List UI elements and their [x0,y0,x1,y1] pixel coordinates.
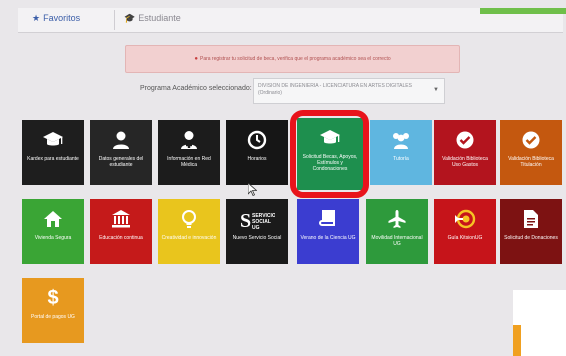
tile-horarios[interactable]: Horarios [226,120,288,185]
lightbulb-icon [158,209,220,229]
tile-validacion-biblioteca-titulacion[interactable]: Validación Biblioteca Titulación [500,120,562,185]
tab-favoritos[interactable]: ★ Favoritos [32,13,80,24]
tile-label: Vivienda Segura [34,235,72,241]
tile-label: Nuevo Servicio Social [232,235,282,241]
dollar-icon: $ [47,287,59,309]
tile-kardex[interactable]: Kardex para estudiante [22,120,84,185]
tile-educacion-continua[interactable]: Educación continua [90,199,152,264]
alert-banner: ● Para registrar tu solicitud de beca, ve… [125,45,460,73]
highlight-ring [290,110,369,198]
tile-label: Guía KitsionUG [447,235,483,241]
target-arrow-icon [434,209,496,229]
tile-label: Portal de pagos UG [31,314,75,320]
medical-user-icon [158,130,220,150]
document-icon [500,209,562,229]
tile-label: Tutoría [393,156,409,162]
tile-datos-generales[interactable]: Datos generales del estudiante [90,120,152,185]
tile-label: Validación Biblioteca Uso Gastos [442,156,488,168]
tile-validacion-biblioteca-gastos[interactable]: Validación Biblioteca Uso Gastos [434,120,496,185]
program-label: Programa Académico seleccionado: [140,85,252,92]
page: ★ Favoritos 🎓 Estudiante ● Para registrar t… [0,0,566,356]
book-icon [297,209,359,229]
tile-creatividad-innovacion[interactable]: Creatividad e innovación [158,199,220,264]
tile-label: Kardex para estudiante [27,156,79,162]
graduation-cap-icon: 🎓 [124,13,136,23]
tile-solicitud-donaciones[interactable]: Solicitud de Donaciones [500,199,562,264]
tile-movilidad-internacional[interactable]: Movilidad Internacional UG [366,199,428,264]
tile-label: Horarios [247,156,267,162]
user-icon [90,130,152,150]
airplane-icon [366,209,428,229]
tab-estudiante[interactable]: 🎓 Estudiante [124,13,181,24]
tile-label: Información en Red Médica [167,156,211,168]
check-circle-icon [500,130,562,150]
tile-label: Educación continua [99,235,143,241]
star-icon: ★ [32,13,41,23]
tile-vivienda-segura[interactable]: Vivienda Segura [22,199,84,264]
tile-label: Verano de la Ciencia UG [300,235,356,241]
orange-edge [513,325,521,356]
tile-guia-kitsion[interactable]: Guía KitsionUG [434,199,496,264]
svg-text:UG: UG [252,225,260,231]
check-circle-icon [434,130,496,150]
tab-divider [114,10,115,30]
top-accent-strip [480,8,566,14]
alert-text: Para registrar tu solicitud de beca, ver… [199,56,391,62]
tab-label: Estudiante [138,13,181,23]
tab-label: Favoritos [43,13,81,23]
clock-icon [226,130,288,150]
home-icon [22,209,84,229]
mouse-pointer-icon [248,183,257,196]
tile-nuevo-servicio-social[interactable]: S SERVICIO SOCIAL UG Nuevo Servicio Social [226,199,288,264]
tile-label: Validación Biblioteca Titulación [508,156,554,168]
tile-label: Datos generales del estudiante [98,156,144,168]
tile-tutoria[interactable]: Tutoría [370,120,432,185]
program-select[interactable]: DIVISION DE INGENIERIA - LICENCIATURA EN… [253,78,445,104]
tile-red-medica[interactable]: Información en Red Médica [158,120,220,185]
tile-verano-ciencia[interactable]: Verano de la Ciencia UG [297,199,359,264]
chevron-down-icon: ▼ [433,87,439,93]
tile-label: Movilidad Internacional UG [371,235,423,247]
institution-icon [90,209,152,229]
tile-label: Solicitud de Donaciones [504,235,558,241]
alert-icon: ● [194,56,198,62]
program-select-value: DIVISION DE INGENIERIA - LICENCIATURA EN… [258,83,412,96]
tile-label: Creatividad e innovación [161,235,217,241]
graduation-cap-icon [22,130,84,150]
tile-portal-pagos[interactable]: $ Portal de pagos UG [22,278,84,343]
servicio-social-logo: S SERVICIO SOCIAL UG [226,209,288,233]
group-icon [370,130,432,150]
svg-text:S: S [240,210,251,232]
